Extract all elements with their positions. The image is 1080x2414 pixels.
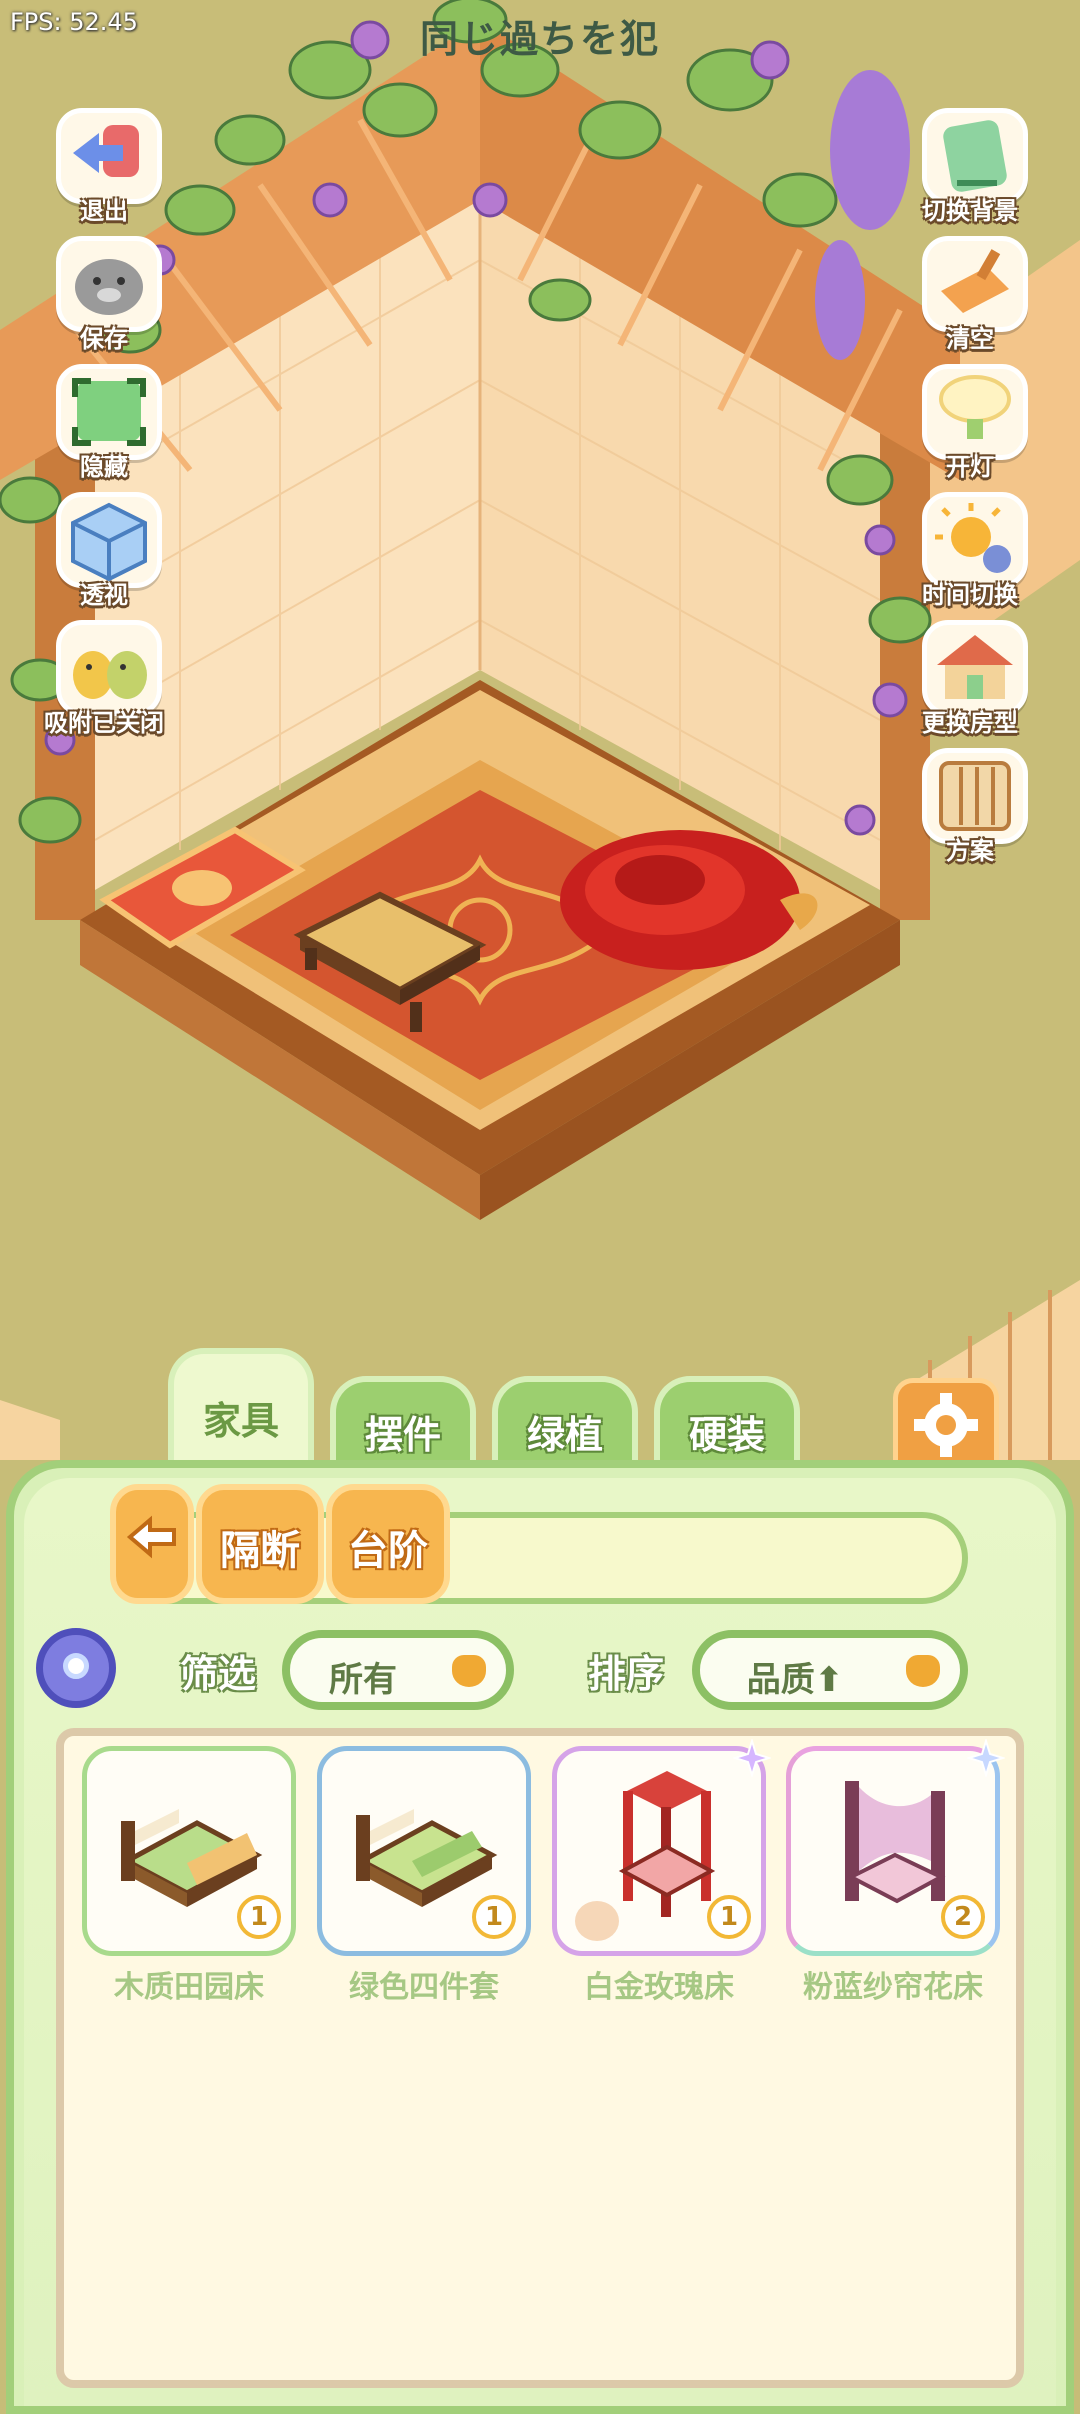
item-name: 粉蓝纱帘花床 xyxy=(803,1970,983,2005)
plan-book-icon xyxy=(922,748,1028,844)
perspective-button[interactable]: 透视 xyxy=(48,492,162,609)
hide-ui-button[interactable]: 隐藏 xyxy=(48,364,162,481)
item-name: 木质田园床 xyxy=(114,1970,264,2005)
sort-label: 排序 xyxy=(588,1652,665,1696)
sparkle-icon xyxy=(967,1739,1005,1777)
sparkle-icon xyxy=(733,1739,771,1777)
save-button[interactable]: 保存 xyxy=(48,236,162,353)
dustpan-clear-icon xyxy=(922,236,1028,332)
subcategory-partition[interactable]: 隔断 xyxy=(196,1484,324,1604)
plan-button[interactable]: 方案 xyxy=(914,748,1028,865)
sort-dropdown[interactable]: 品质⬆ xyxy=(692,1630,968,1710)
subcategory-steps[interactable]: 台阶 xyxy=(326,1484,450,1604)
change-room-type-button[interactable]: 更换房型 xyxy=(914,620,1028,737)
tab-hard-decor[interactable]: 硬装 xyxy=(654,1376,800,1468)
hide-frame-icon xyxy=(56,364,162,460)
filter-value: 所有 xyxy=(329,1660,397,1700)
tab-ornaments[interactable]: 摆件 xyxy=(330,1376,476,1468)
hamster-save-icon xyxy=(56,236,162,332)
tab-plants[interactable]: 绿植 xyxy=(492,1376,638,1468)
light-toggle-button[interactable]: 开灯 xyxy=(914,364,1028,481)
chevron-down-icon xyxy=(452,1655,486,1687)
tab-furniture[interactable]: 家具 xyxy=(168,1348,314,1468)
chevron-down-icon xyxy=(906,1655,940,1687)
subcategory-back-button[interactable] xyxy=(110,1484,194,1604)
item-name: 绿色四件套 xyxy=(349,1970,499,2005)
exit-door-icon xyxy=(56,108,162,204)
quantity-badge: 1 xyxy=(237,1895,281,1939)
switch-background-button[interactable]: 切换背景 xyxy=(914,108,1028,225)
tab-label: 硬装 xyxy=(688,1413,765,1457)
subcategory-label: 隔断 xyxy=(220,1528,300,1574)
scene-title: 同じ過ちを犯 xyxy=(419,17,660,61)
search-button[interactable] xyxy=(36,1628,116,1708)
quantity-badge: 1 xyxy=(472,1895,516,1939)
quantity-badge: 2 xyxy=(941,1895,985,1939)
house-icon xyxy=(922,620,1028,716)
quantity-badge: 1 xyxy=(707,1895,751,1939)
tab-label: 绿植 xyxy=(526,1413,603,1457)
clear-button[interactable]: 清空 xyxy=(914,236,1028,353)
item-card[interactable]: 1 xyxy=(317,1746,531,1956)
time-switch-button[interactable]: 时间切换 xyxy=(914,492,1028,609)
item-card[interactable]: 2 xyxy=(786,1739,1005,1956)
gear-icon xyxy=(914,1393,978,1457)
back-arrow-icon xyxy=(126,1515,176,1559)
chicks-snap-icon xyxy=(56,620,162,716)
item-name: 白金玫瑰床 xyxy=(584,1970,734,2005)
subcategory-label: 台阶 xyxy=(348,1528,428,1574)
sun-moon-icon xyxy=(922,492,1028,588)
filter-dropdown[interactable]: 所有 xyxy=(282,1630,514,1710)
item-card[interactable]: 1 xyxy=(82,1746,296,1956)
filter-label: 筛选 xyxy=(180,1652,257,1696)
cube-perspective-icon xyxy=(56,492,162,588)
fps-counter: FPS: 52.45 xyxy=(10,8,138,36)
settings-button[interactable] xyxy=(893,1378,999,1467)
item-card[interactable]: 1 xyxy=(552,1739,771,1956)
snap-toggle-button[interactable]: 吸附已关闭 xyxy=(44,620,164,737)
exit-button[interactable]: 退出 xyxy=(48,108,162,225)
background-switch-icon xyxy=(922,108,1028,204)
sort-value: 品质⬆ xyxy=(746,1660,844,1700)
tab-label: 摆件 xyxy=(364,1413,441,1457)
tab-label: 家具 xyxy=(202,1399,279,1443)
lamp-icon xyxy=(922,364,1028,460)
